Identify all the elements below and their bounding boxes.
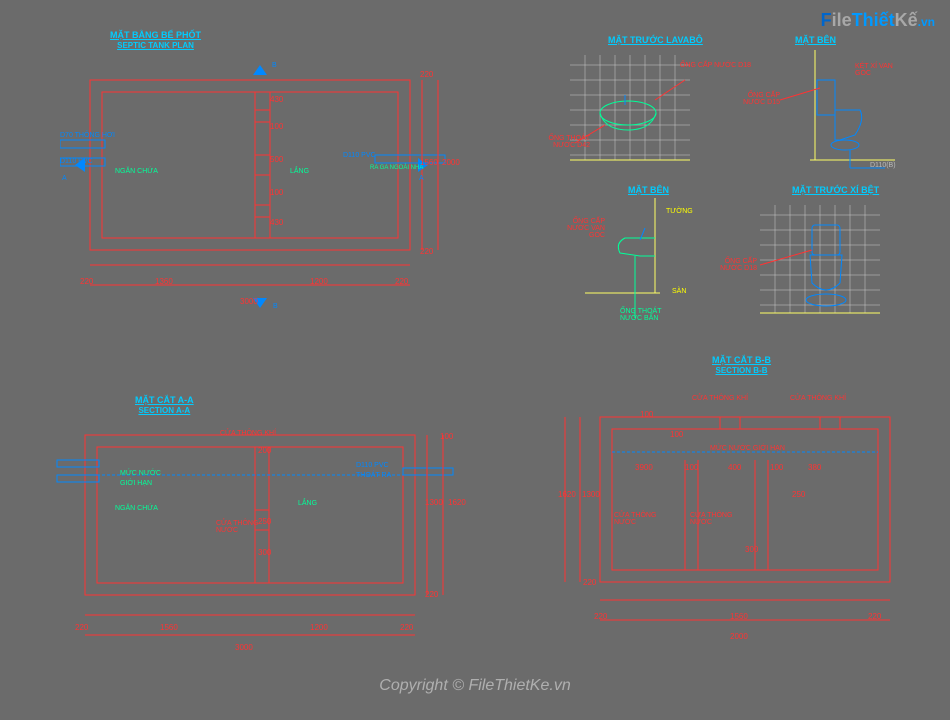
lavabo-side-title: MẶT BÊN xyxy=(628,185,669,195)
plan-dim-2000: 2000 xyxy=(442,158,460,167)
plan-dim-1360: 1360 xyxy=(155,277,173,286)
aa-d100: 100 xyxy=(440,432,453,441)
lavabo-side-san: SÀN xyxy=(672,288,686,295)
aa-d250: 250 xyxy=(258,517,271,526)
aa-d220c: 220 xyxy=(400,623,413,632)
plan-dim-3000: 3000 xyxy=(240,297,258,306)
plan-dim-500: 500 xyxy=(270,155,283,164)
bb-d100d: 100 xyxy=(770,463,783,472)
aa-ngan-chua: NGĂN CHỨA xyxy=(115,505,158,512)
lavabo-front-drawing xyxy=(570,55,690,170)
plan-dim-220c: 220 xyxy=(80,277,93,286)
bb-d100a: 100 xyxy=(640,410,653,419)
plan-label-d110-l: D110 PVC xyxy=(60,158,93,165)
plan-marker-a-r: A xyxy=(419,175,424,182)
plan-dim-1560: 1560 xyxy=(420,158,438,167)
plan-dim-100a: 100 xyxy=(270,122,283,131)
toilet-side-ketxi: KÉT XÍ VAN GÓC xyxy=(855,63,895,77)
plan-label-d70: D70 THÔNG HƠI xyxy=(60,132,115,139)
bb-d220b: 220 xyxy=(594,612,607,621)
aa-d200: 200 xyxy=(258,446,271,455)
bb-d250: 250 xyxy=(792,490,805,499)
bb-muc-nuoc: MỨC NƯỚC GIỚI HẠN xyxy=(710,445,785,452)
bb-d1300: 1300 xyxy=(582,490,600,499)
bb-d100c: 100 xyxy=(685,463,698,472)
plan-dim-1200: 1200 xyxy=(310,277,328,286)
aa-lang: LẮNG xyxy=(298,500,317,507)
bb-d220c: 220 xyxy=(868,612,881,621)
plan-dim-430b: 430 xyxy=(270,218,283,227)
lavabo-side-ongcap: ỐNG CẤP NƯỚC VAN GÓC xyxy=(555,218,605,239)
plan-dim-430a: 430 xyxy=(270,95,283,104)
plan-label-raga: RA GA NGOÀI NHÀ xyxy=(370,165,423,171)
bb-d1560: 1560 xyxy=(730,612,748,621)
bb-d380: 380 xyxy=(808,463,821,472)
aa-muc-nuoc: MỨC NƯỚC xyxy=(120,470,161,477)
lavabo-side-tuong: TƯỜNG xyxy=(666,208,693,215)
plan-title: MẶT BẰNG BỂ PHỐT SEPTIC TANK PLAN xyxy=(110,30,201,50)
bb-d2000: 2000 xyxy=(730,632,748,641)
bb-cua-thong-khi-b: CỬA THÔNG KHÍ xyxy=(790,395,846,402)
aa-d1620: 1620 xyxy=(448,498,466,507)
aa-d3000: 3000 xyxy=(235,643,253,652)
aa-d110: D110 PVC xyxy=(356,462,389,469)
bb-d3900: 3900 xyxy=(635,463,653,472)
plan-marker-a-l: A xyxy=(62,175,67,182)
lavabo-front-ong-cap: ỐNG CẤP NƯỚC D18 xyxy=(680,62,751,69)
toilet-side-ongcap: ỐNG CẤP NƯỚC D15 xyxy=(740,92,780,106)
bb-d300: 300 xyxy=(745,545,758,554)
aa-d1560: 1560 xyxy=(160,623,178,632)
aa-cua-thong-khi: CỬA THÔNG KHÍ xyxy=(220,430,276,437)
lavabo-side-ongthoat: ỐNG THOÁT NƯỚC BẨN xyxy=(620,308,670,322)
toilet-front-title: MẶT TRƯỚC XÍ BỆT xyxy=(792,185,879,195)
aa-thoat: THOÁT RA xyxy=(356,472,391,479)
aa-gioi-han: GIỚI HẠN xyxy=(120,480,152,487)
aa-d1300: 1300 xyxy=(425,498,443,507)
plan-dim-220b: 220 xyxy=(420,247,433,256)
toilet-side-d110: D110(B) xyxy=(870,162,896,169)
aa-d1200: 1200 xyxy=(310,623,328,632)
toilet-side-title: MẶT BÊN xyxy=(795,35,836,45)
section-aa-drawing xyxy=(55,420,455,660)
plan-marker-b-bot: B xyxy=(273,303,278,310)
aa-d220a: 220 xyxy=(425,590,438,599)
toilet-front-drawing xyxy=(750,205,880,325)
aa-d300: 300 xyxy=(258,548,271,557)
watermark-copyright: Copyright © FileThietKe.vn xyxy=(379,677,570,695)
plan-drawing xyxy=(60,60,450,320)
bb-cua-thong-khi-a: CỬA THÔNG KHÍ xyxy=(692,395,748,402)
lavabo-front-ong-thoat: ỐNG THOÁT NƯỚC D42 xyxy=(540,135,590,149)
plan-label-d110-r: D110 PVC xyxy=(343,152,376,159)
plan-dim-220d: 220 xyxy=(395,277,408,286)
section-bb-title: MẶT CẮT B-B SECTION B-B xyxy=(712,355,771,375)
bb-cua-thong-nuoc-a: CỬA THÔNG NƯỚC xyxy=(614,512,659,526)
bb-d1620: 1620 xyxy=(558,490,576,499)
bb-cua-thong-nuoc-b: CỬA THÔNG NƯỚC xyxy=(690,512,735,526)
section-aa-title: MẶT CẮT A-A SECTION A-A xyxy=(135,395,194,415)
bb-d400: 400 xyxy=(728,463,741,472)
toilet-front-ongcap: ỐNG CẤP NƯỚC D18 xyxy=(712,258,757,272)
plan-label-lang: LẮNG xyxy=(290,168,309,175)
aa-d220b: 220 xyxy=(75,623,88,632)
watermark-logo: FileThiếtKế.vn xyxy=(821,10,935,31)
bb-d220a: 220 xyxy=(583,578,596,587)
lavabo-front-title: MẶT TRƯỚC LAVABÔ xyxy=(608,35,703,45)
plan-marker-b-top: B xyxy=(272,62,277,69)
bb-d100b: 100 xyxy=(670,430,683,439)
plan-label-ngan-chua: NGĂN CHỨA xyxy=(115,168,158,175)
plan-dim-100b: 100 xyxy=(270,188,283,197)
plan-dim-220a: 220 xyxy=(420,70,433,79)
